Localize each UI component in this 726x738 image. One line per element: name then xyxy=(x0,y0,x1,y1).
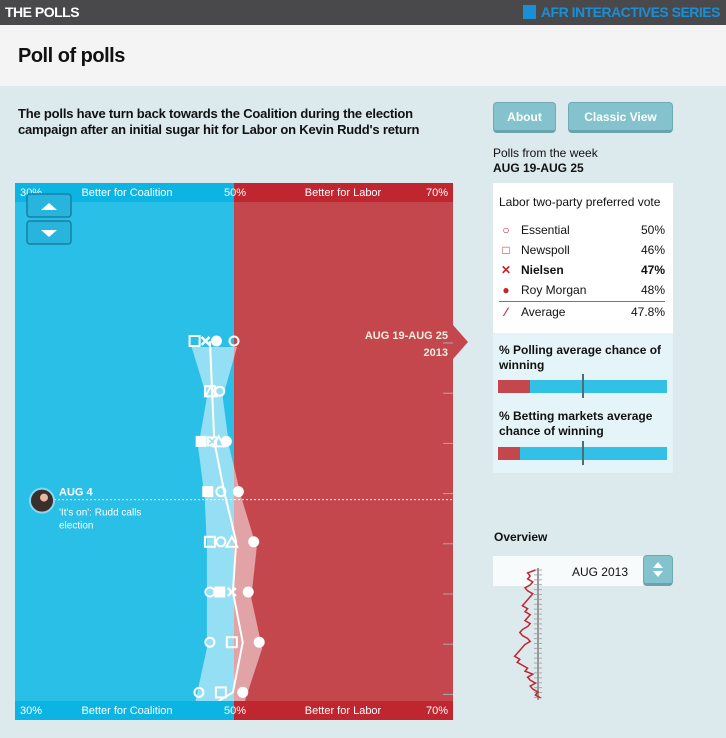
month-stepper-button[interactable] xyxy=(643,555,673,586)
series-link[interactable]: AFR INTERACTIVES SERIES xyxy=(522,4,721,20)
polling-chance-label: % Polling average chance of winning xyxy=(499,343,662,372)
square-outline-icon: □ xyxy=(502,243,510,257)
polling-chance-bar xyxy=(498,374,667,398)
poll-marker-fsquare xyxy=(214,586,226,598)
legend-average: ⁄ Average 47.8% xyxy=(499,305,665,319)
poll-chart[interactable]: AUG 4 'It's on': Rudd calls election 30% 50%… xyxy=(15,183,453,720)
circle-outline-icon: ○ xyxy=(502,223,510,237)
betting-labor-fill xyxy=(498,447,520,460)
month-value: AUG 2013 xyxy=(571,565,628,579)
legend-title: Labor two-party preferred vote xyxy=(499,195,661,209)
labor-side-label: Better for Labor xyxy=(305,705,382,717)
midpoint-marker xyxy=(582,374,584,398)
poll-marker-dot xyxy=(253,636,265,648)
legend-item: ✕ Nielsen 47% xyxy=(499,263,665,277)
legend-divider xyxy=(499,301,665,302)
legend-name: Average xyxy=(521,305,566,319)
legend-item: ○ Essential 50% xyxy=(499,223,665,237)
annotation-text: 'It's on': Rudd calls xyxy=(59,508,141,519)
polling-labor-fill xyxy=(498,380,531,393)
overview-sparkline[interactable] xyxy=(493,560,553,702)
labor-area xyxy=(234,183,453,720)
legend-value: 46% xyxy=(640,243,665,257)
intro-text: The polls have turn back towards the Coa… xyxy=(18,106,420,137)
brand-label: THE POLLS xyxy=(5,4,80,20)
filled-circle-icon: ● xyxy=(502,283,510,297)
annotation-text: election xyxy=(59,521,93,532)
week-range: AUG 19-AUG 25 xyxy=(493,161,584,175)
coalition-side-label: Better for Coalition xyxy=(81,187,172,199)
cross-icon: ✕ xyxy=(500,263,512,277)
annotation-date: AUG 4 xyxy=(59,487,94,499)
x-tick-label: 70% xyxy=(426,187,448,199)
scroll-down-button[interactable] xyxy=(26,220,72,245)
week-label: Polls from the week AUG 19-AUG 25 xyxy=(493,146,598,176)
series-label: AFR INTERACTIVES SERIES xyxy=(540,4,721,20)
poll-marker-dot xyxy=(210,335,222,347)
series-square-icon xyxy=(522,5,536,19)
title-band: Poll of polls xyxy=(0,25,726,86)
legend-value: 50% xyxy=(640,223,665,237)
x-tick-label: 50% xyxy=(224,187,246,199)
poll-marker-fsquare xyxy=(202,486,214,498)
betting-chance-bar xyxy=(498,441,667,465)
x-tick-label: 70% xyxy=(426,705,448,717)
legend-name: Roy Morgan xyxy=(521,283,587,297)
legend-value: 48% xyxy=(640,283,665,297)
legend-item: □ Newspoll 46% xyxy=(499,243,665,257)
coalition-side-label: Better for Coalition xyxy=(81,705,172,717)
classic-view-button[interactable]: Classic View xyxy=(568,102,673,133)
marker-arrow-icon xyxy=(453,325,468,359)
poll-marker-dot xyxy=(220,435,232,447)
legend-item: ● Roy Morgan 48% xyxy=(499,283,665,297)
slash-line-icon: ⁄ xyxy=(504,305,507,319)
x-tick-label: 50% xyxy=(224,705,246,717)
legend-name: Newspoll xyxy=(521,243,570,257)
legend-value: 47% xyxy=(640,263,665,277)
legend-panel: Labor two-party preferred vote ○ Essentia… xyxy=(493,183,673,333)
top-bar: THE POLLS AFR INTERACTIVES SERIES xyxy=(0,0,726,25)
page-title: Poll of polls xyxy=(18,45,125,67)
current-week-year: 2013 xyxy=(424,347,448,359)
probability-panel: % Polling average chance of winning % Be… xyxy=(493,333,673,473)
labor-side-label: Better for Labor xyxy=(305,187,382,199)
legend-name: Nielsen xyxy=(521,263,564,277)
poll-marker-dot xyxy=(248,536,260,548)
scroll-up-button[interactable] xyxy=(26,193,72,218)
overview-title: Overview xyxy=(494,530,548,544)
legend-value: 47.8% xyxy=(630,305,665,319)
legend-name: Essential xyxy=(521,223,570,237)
current-week-range: AUG 19-AUG 25 xyxy=(365,330,448,342)
about-button[interactable]: About xyxy=(493,102,556,133)
up-down-icon xyxy=(653,562,663,577)
week-caption: Polls from the week xyxy=(493,146,598,160)
poll-marker-dot xyxy=(237,686,249,698)
poll-marker-fsquare xyxy=(195,435,207,447)
rudd-face xyxy=(40,493,48,502)
poll-marker-dot xyxy=(242,586,254,598)
poll-marker-dot xyxy=(232,486,244,498)
betting-chance-label: % Betting markets average chance of winn… xyxy=(499,409,653,438)
midpoint-marker xyxy=(582,441,584,465)
current-week-marker: AUG 19-AUG 25 2013 xyxy=(365,325,468,359)
x-tick-label: 30% xyxy=(20,705,42,717)
